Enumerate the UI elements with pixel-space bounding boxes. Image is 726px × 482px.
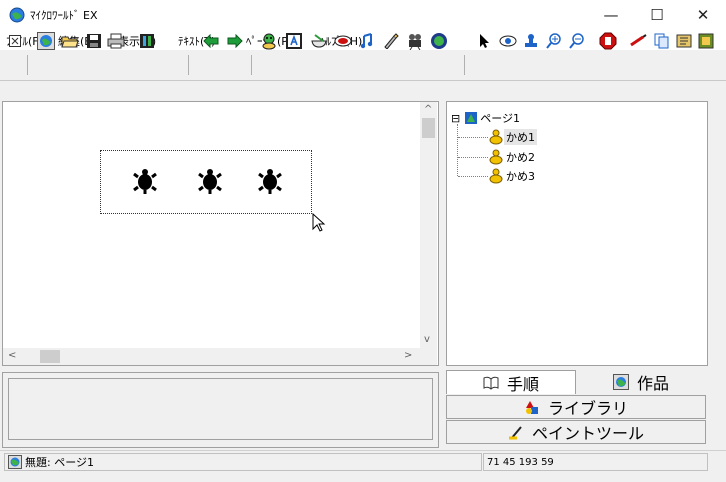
pen-icon[interactable] bbox=[381, 31, 401, 51]
tree-item-label: かめ1 bbox=[504, 129, 537, 145]
tree-item-kame2[interactable]: かめ2 bbox=[488, 149, 537, 165]
stage-canvas[interactable] bbox=[2, 101, 439, 366]
window-title: ﾏｲｸﾛﾜｰﾙﾄﾞ EX bbox=[30, 9, 98, 22]
character-icon[interactable] bbox=[259, 31, 279, 51]
zoom-in-icon[interactable] bbox=[544, 31, 564, 51]
window-icon[interactable] bbox=[5, 31, 25, 51]
toolbar-separator bbox=[251, 55, 252, 75]
vertical-scroll-thumb[interactable] bbox=[422, 118, 435, 138]
minimize-button[interactable]: — bbox=[588, 0, 634, 30]
view-icon[interactable] bbox=[498, 31, 518, 51]
tab-paint-label: ペイントツール bbox=[531, 424, 644, 443]
turtle-sprite[interactable] bbox=[198, 168, 222, 194]
scroll-up-arrow[interactable]: ^ bbox=[424, 104, 432, 115]
tab-steps[interactable]: 手順 bbox=[446, 370, 576, 394]
scroll-left-arrow[interactable]: < bbox=[8, 350, 16, 361]
tree-item-kame3[interactable]: かめ3 bbox=[488, 168, 537, 184]
tab-library[interactable]: ライブラリ bbox=[446, 395, 706, 419]
scrollbar-corner bbox=[420, 348, 437, 365]
horizontal-scrollbar[interactable] bbox=[3, 348, 420, 365]
music-icon[interactable] bbox=[357, 31, 377, 51]
bowl-icon[interactable] bbox=[309, 31, 329, 51]
status-document-label: 無題: ページ1 bbox=[25, 456, 94, 469]
horizontal-scroll-thumb[interactable] bbox=[40, 350, 60, 363]
turtle-item-icon bbox=[489, 129, 503, 145]
toolbar-separator bbox=[188, 55, 189, 75]
tree-root-label: ページ1 bbox=[480, 112, 520, 125]
save-icon[interactable] bbox=[84, 31, 104, 51]
tab-steps-label: 手順 bbox=[506, 374, 539, 394]
tree-line bbox=[458, 157, 488, 158]
pointer-icon[interactable] bbox=[474, 31, 494, 51]
turtle-item-icon bbox=[489, 168, 503, 184]
toolbar-separator bbox=[464, 55, 465, 75]
tab-works-label: 作品 bbox=[636, 374, 669, 393]
globe-icon bbox=[8, 455, 22, 469]
arrow-right-icon[interactable] bbox=[225, 31, 245, 51]
globe-icon bbox=[612, 374, 629, 390]
tab-paint-tool[interactable]: ペイントツール bbox=[446, 420, 706, 444]
globe-icon[interactable] bbox=[36, 31, 56, 51]
tree-line bbox=[458, 176, 488, 177]
scroll-right-arrow[interactable]: > bbox=[404, 350, 412, 361]
extra-icon[interactable] bbox=[674, 31, 694, 51]
open-folder-icon[interactable] bbox=[60, 31, 80, 51]
turtle-item-icon bbox=[489, 149, 503, 165]
print-icon[interactable] bbox=[106, 31, 126, 51]
stop-icon[interactable] bbox=[598, 31, 618, 51]
turtle-sprite[interactable] bbox=[133, 168, 157, 194]
text-icon[interactable] bbox=[284, 31, 304, 51]
extra-icon[interactable] bbox=[696, 31, 716, 51]
shapes-icon bbox=[525, 401, 538, 414]
toolbar bbox=[0, 50, 726, 81]
brush-icon[interactable] bbox=[628, 31, 648, 51]
tree-item-kame1[interactable]: かめ1 bbox=[488, 129, 537, 145]
page-icon bbox=[465, 112, 478, 124]
message-area[interactable] bbox=[8, 378, 433, 440]
book-icon bbox=[483, 376, 499, 390]
tree-item-label: かめ3 bbox=[506, 170, 535, 183]
paintbrush-icon bbox=[508, 426, 522, 440]
scroll-down-arrow[interactable]: v bbox=[424, 334, 430, 345]
maximize-button[interactable]: ☐ bbox=[634, 0, 680, 30]
tab-works[interactable]: 作品 bbox=[576, 370, 706, 394]
copy-icon[interactable] bbox=[652, 31, 672, 51]
close-button[interactable]: ✕ bbox=[680, 0, 726, 30]
zoom-out-icon[interactable] bbox=[567, 31, 587, 51]
object-tree[interactable] bbox=[446, 101, 708, 366]
tree-line bbox=[457, 124, 458, 176]
collapse-icon[interactable]: ⊟ bbox=[451, 112, 460, 125]
turtle-sprite[interactable] bbox=[258, 168, 282, 194]
status-document: 無題: ページ1 bbox=[4, 453, 482, 471]
stamp-icon[interactable] bbox=[521, 31, 541, 51]
vertical-scrollbar[interactable] bbox=[420, 102, 437, 348]
tree-root-page1[interactable]: ⊟ ページ1 bbox=[451, 110, 522, 126]
page-icon[interactable] bbox=[429, 31, 449, 51]
tree-line bbox=[458, 137, 488, 138]
toolbar-separator bbox=[27, 55, 28, 75]
tab-library-label: ライブラリ bbox=[547, 399, 628, 418]
camera-icon[interactable] bbox=[405, 31, 425, 51]
status-coordinates: 71 45 193 59 bbox=[483, 453, 708, 471]
app-globe-icon[interactable] bbox=[9, 7, 25, 23]
film-icon[interactable] bbox=[137, 31, 157, 51]
arrow-left-icon[interactable] bbox=[201, 31, 221, 51]
mouse-cursor-icon bbox=[312, 212, 326, 236]
eye-shape-icon[interactable] bbox=[333, 31, 353, 51]
tree-item-label: かめ2 bbox=[506, 151, 535, 164]
